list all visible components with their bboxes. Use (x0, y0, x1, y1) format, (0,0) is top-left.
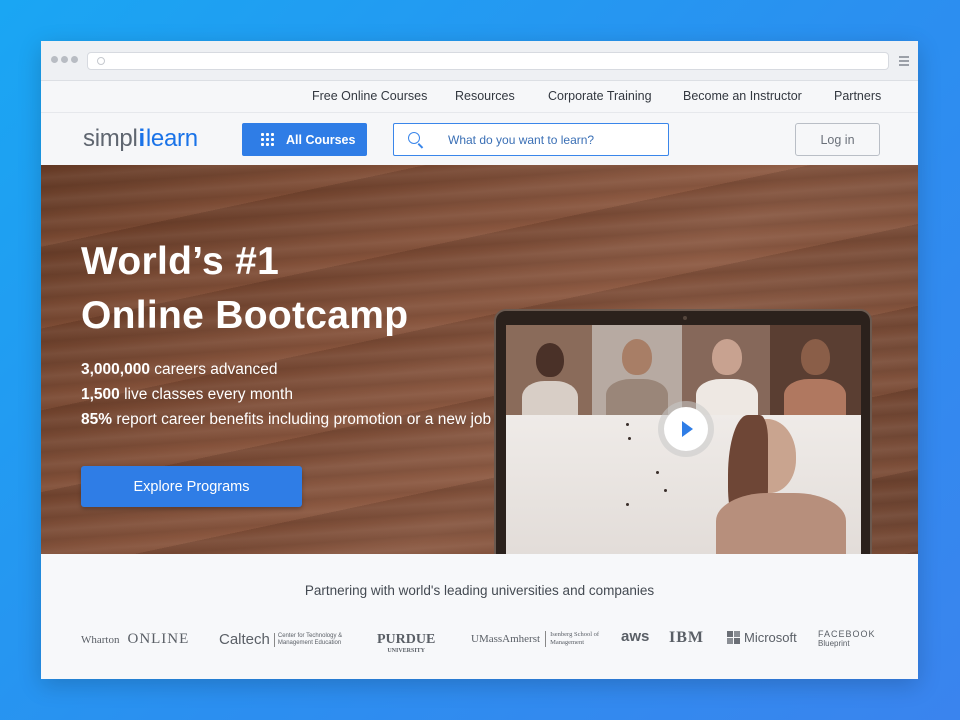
laptop-video-image (494, 309, 872, 554)
facebook-blueprint-logo: FACEBOOK Blueprint (818, 629, 876, 649)
participant-image (712, 339, 742, 375)
participant-tile (682, 325, 770, 415)
nav-free-online-courses[interactable]: Free Online Courses (312, 89, 427, 103)
address-bar[interactable] (87, 52, 889, 70)
stat-value: 1,500 (81, 386, 120, 403)
all-courses-label: All Courses (286, 132, 356, 147)
laptop-camera (683, 316, 687, 320)
window-controls[interactable] (51, 56, 78, 63)
login-button[interactable]: Log in (795, 123, 880, 156)
aws-name: aws (621, 628, 650, 645)
participant-image (536, 343, 564, 377)
participant-body (784, 379, 846, 415)
purdue-name: PURDUE (377, 632, 436, 647)
simplilearn-logo[interactable]: simplilearn (83, 125, 198, 153)
partners-section: Partnering with world's leading universi… (41, 554, 918, 679)
window-dot-icon[interactable] (71, 56, 78, 63)
grid-icon (261, 133, 274, 146)
hero-title: World’s #1 Online Bootcamp (81, 235, 408, 343)
hero-title-line1: World’s #1 (81, 240, 280, 283)
partners-title: Partnering with world's leading universi… (304, 583, 655, 598)
facebook-name: FACEBOOK (818, 629, 876, 639)
wharton-name: Wharton (81, 634, 120, 646)
participant-tile (506, 325, 592, 415)
top-nav: Free Online Courses Resources Corporate … (41, 81, 918, 112)
window-dot-icon[interactable] (61, 56, 68, 63)
hero-stat: 3,000,000 careers advanced (81, 361, 278, 379)
caltech-logo: Caltech Center for Technology & Manageme… (219, 631, 352, 648)
presenter-body (716, 493, 846, 554)
participant-tile (592, 325, 682, 415)
wharton-logo: Wharton ONLINE (81, 630, 189, 648)
caltech-sub: Center for Technology & Management Educa… (273, 632, 352, 647)
participant-body (606, 379, 668, 415)
hero-title-line2: Online Bootcamp (81, 294, 409, 337)
logo-separator: i (138, 125, 146, 152)
nav-partners[interactable]: Partners (834, 89, 881, 103)
site-header: simplilearn All Courses Log in (41, 112, 918, 165)
logo-text-part2: learn (145, 125, 198, 152)
stat-text: careers advanced (149, 361, 278, 378)
play-icon[interactable] (664, 407, 708, 451)
participant-image (801, 339, 830, 375)
browser-chrome (41, 41, 918, 81)
nav-resources[interactable]: Resources (455, 89, 515, 103)
umass-sub: Isenberg School of Management (545, 631, 601, 647)
aws-logo: aws (621, 628, 649, 645)
microsoft-squares-icon (727, 631, 740, 644)
hero-stat: 85% report career benefits including pro… (81, 411, 491, 429)
search-icon[interactable] (408, 132, 420, 144)
search-box[interactable] (393, 123, 669, 156)
participant-body (696, 379, 758, 415)
participant-image (622, 339, 652, 375)
caltech-name: Caltech (219, 631, 270, 648)
purdue-logo: PURDUE UNIVERSITY (377, 630, 435, 655)
facebook-sub: Blueprint (818, 639, 850, 648)
browser-menu-icon[interactable] (899, 56, 909, 68)
stat-value: 3,000,000 (81, 361, 150, 378)
nav-corporate-training[interactable]: Corporate Training (548, 89, 652, 103)
browser-window: Free Online Courses Resources Corporate … (41, 41, 918, 679)
stat-value: 85% (81, 411, 113, 428)
microsoft-name: Microsoft (744, 630, 797, 645)
hero-banner: World’s #1 Online Bootcamp 3,000,000 car… (41, 165, 918, 554)
stat-text: report career benefits including promoti… (112, 411, 492, 428)
explore-programs-button[interactable]: Explore Programs (81, 466, 302, 507)
participant-tile (770, 325, 861, 415)
all-courses-button[interactable]: All Courses (242, 123, 367, 156)
reload-icon[interactable] (97, 57, 105, 65)
nav-become-instructor[interactable]: Become an Instructor (683, 89, 802, 103)
ibm-name: IBM (669, 629, 704, 646)
search-input[interactable] (448, 124, 663, 155)
video-thumbnail[interactable] (506, 325, 861, 554)
hero-stat: 1,500 live classes every month (81, 386, 293, 404)
purdue-sub: UNIVERSITY (387, 648, 426, 654)
microsoft-logo: Microsoft (727, 630, 797, 645)
logo-text-part1: simpl (83, 125, 138, 152)
umass-logo: UMassAmherst Isenberg School of Manageme… (471, 631, 601, 647)
umass-name: UMassAmherst (471, 633, 541, 645)
stat-text: live classes every month (119, 386, 293, 403)
window-dot-icon[interactable] (51, 56, 58, 63)
participant-body (522, 381, 578, 415)
wharton-suffix: ONLINE (127, 631, 190, 647)
ibm-logo: IBM (669, 629, 704, 647)
